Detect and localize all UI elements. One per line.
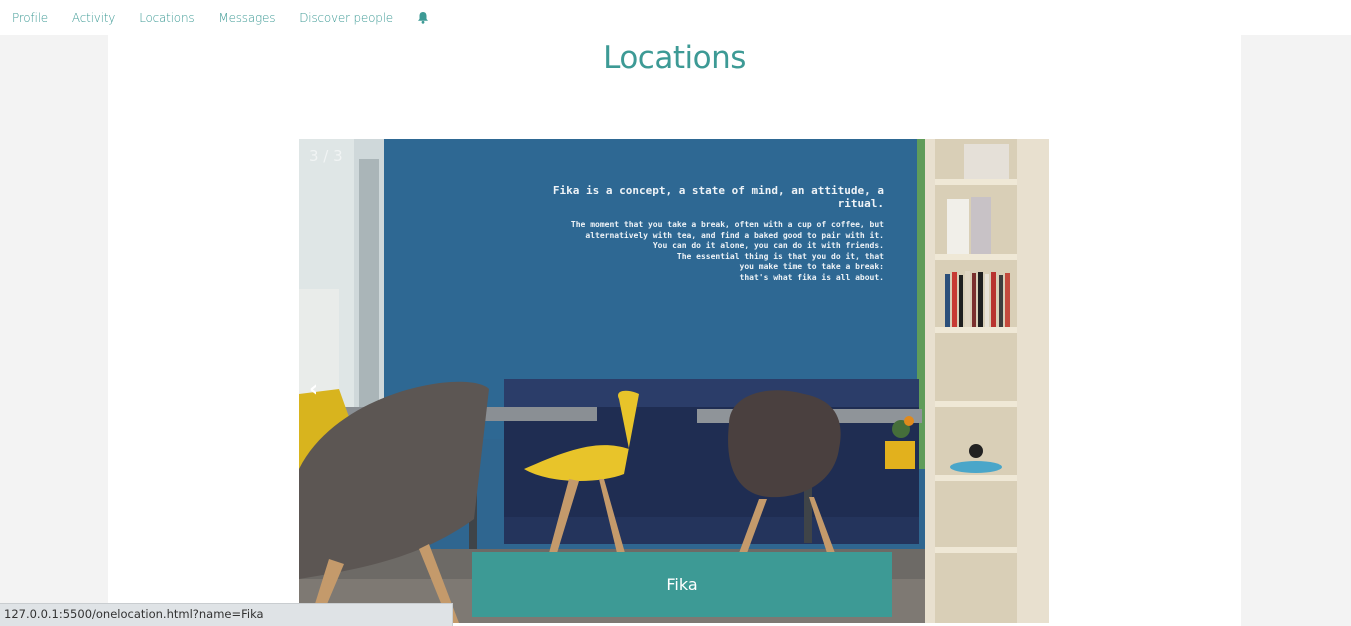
location-caption-button[interactable]: Fika xyxy=(472,552,892,617)
nav-link-messages[interactable]: Messages xyxy=(218,11,275,25)
nav-link-activity[interactable]: Activity xyxy=(72,11,115,25)
slide-counter: 3 / 3 xyxy=(309,147,343,165)
wall-quote-line: that's what fika is all about. xyxy=(739,272,885,282)
wall-quote: Fika is a concept, a state of mind, an a… xyxy=(524,184,884,283)
wall-quote-line: You can do it alone, you can do it with … xyxy=(652,241,884,250)
top-navbar: Profile Activity Locations Messages Disc… xyxy=(0,0,1351,35)
browser-status-bar: 127.0.0.1:5500/onelocation.html?name=Fik… xyxy=(0,603,453,626)
bell-icon[interactable] xyxy=(417,11,429,24)
location-slideshow: Fika is a concept, a state of mind, an a… xyxy=(299,139,1049,623)
main-content: Locations Fika is a concept, a state of … xyxy=(108,35,1241,626)
wall-quote-line: you make time to take a break: xyxy=(739,262,885,271)
wall-quote-headline: Fika is a concept, a state of mind, an a… xyxy=(552,184,884,210)
wall-quote-line: The moment that you take a break, often … xyxy=(570,220,884,229)
page-title: Locations xyxy=(603,40,746,76)
nav-link-discover-people[interactable]: Discover people xyxy=(299,11,393,25)
nav-link-profile[interactable]: Profile xyxy=(12,11,48,25)
prev-slide-button[interactable]: ‹ xyxy=(309,377,318,402)
wall-quote-line: alternatively with tea, and find a baked… xyxy=(585,230,884,240)
nav-link-locations[interactable]: Locations xyxy=(139,11,194,25)
wall-quote-line: The essential thing is that you do it, t… xyxy=(676,251,884,261)
